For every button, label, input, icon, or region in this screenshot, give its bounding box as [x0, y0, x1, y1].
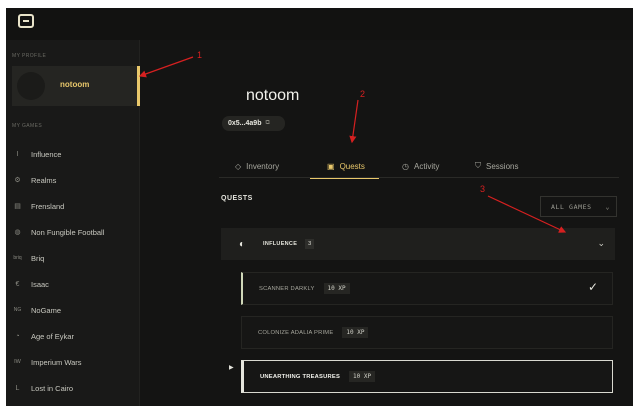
profile-tabs: ◇ Inventory ▣ Quests ◷ Activity ⛉ Sessio…: [219, 154, 619, 179]
tab-label: Inventory: [246, 161, 280, 171]
profile-name: notoom: [60, 80, 90, 89]
sidebar-item-realms[interactable]: ⚙ Realms: [6, 170, 140, 190]
sidebar-item-label: Realms: [31, 175, 57, 185]
sidebar-item-label: Age of Eykar: [31, 331, 74, 341]
quest-name: SCANNER DARKLY: [259, 285, 315, 292]
sidebar-item-briq[interactable]: briq Briq: [6, 248, 140, 268]
main-content: notoom 0x5...4a9b ⧉ ◇ Inventory ▣ Quests…: [141, 40, 633, 406]
influence-icon: ◐: [239, 238, 246, 250]
sidebar-item-label: Lost in Cairo: [31, 383, 74, 393]
shield-icon: ⛉: [475, 161, 481, 170]
top-bar: [6, 8, 633, 40]
lost-in-cairo-icon: L: [15, 384, 20, 392]
tab-activity[interactable]: ◷ Activity: [402, 154, 439, 178]
sidebar-item-isaac[interactable]: € Isaac: [6, 274, 140, 294]
isaac-icon: €: [15, 280, 20, 288]
sidebar-item-imperium-wars[interactable]: IW Imperium Wars: [6, 352, 140, 372]
briq-icon: briq: [13, 255, 22, 261]
sidebar-item-lost-in-cairo[interactable]: L Lost in Cairo: [6, 378, 140, 398]
chevron-down-icon: ⌄: [605, 202, 610, 211]
games-section-label: MY GAMES: [12, 123, 43, 129]
quest-name: UNEARTHING TREASURES: [260, 373, 341, 380]
tab-label: Quests: [339, 161, 365, 171]
check-icon: ✓: [587, 280, 598, 294]
quest-item[interactable]: UNEARTHING TREASURES 10 XP: [241, 360, 613, 393]
influence-icon: I: [16, 150, 19, 158]
profile-card[interactable]: notoom: [12, 66, 140, 106]
chevron-down-icon[interactable]: ⌄: [597, 238, 605, 249]
expand-arrow-icon[interactable]: ▶: [229, 364, 234, 371]
sidebar-item-label: Imperium Wars: [31, 357, 82, 367]
tab-inventory[interactable]: ◇ Inventory: [235, 154, 279, 178]
sidebar-item-label: Influence: [31, 149, 62, 159]
sidebar-item-label: Non Fungible Football: [31, 227, 105, 237]
football-icon: ◍: [14, 229, 21, 236]
quest-name: COLONIZE ADALIA PRIME: [258, 329, 334, 336]
quest-item[interactable]: COLONIZE ADALIA PRIME 10 XP: [241, 316, 613, 349]
frensland-icon: ▤: [14, 203, 21, 210]
sidebar-item-influence[interactable]: I Influence: [6, 144, 140, 164]
games-filter-label: ALL GAMES: [551, 202, 592, 211]
clock-icon: ◷: [402, 161, 409, 171]
eykar-icon: ◔: [15, 332, 20, 340]
sidebar: MY PROFILE notoom MY GAMES I Influence ⚙…: [6, 40, 140, 406]
sidebar-item-label: Briq: [31, 253, 45, 263]
game-group-name: INFLUENCE: [263, 241, 298, 247]
copy-icon[interactable]: ⧉: [265, 120, 269, 127]
sidebar-item-label: Isaac: [31, 279, 49, 289]
page-title: notoom: [246, 87, 300, 104]
xp-badge: 10 XP: [349, 371, 376, 382]
quests-heading: QUESTS: [221, 195, 253, 202]
sidebar-item-age-of-eykar[interactable]: ◔ Age of Eykar: [6, 326, 140, 346]
wallet-address-chip[interactable]: 0x5...4a9b ⧉: [222, 116, 285, 131]
quest-count-badge: 3: [305, 239, 315, 249]
annotation-label: 2: [360, 89, 366, 99]
imperium-wars-icon: IW: [14, 359, 21, 365]
games-filter-select[interactable]: ALL GAMES ⌄: [540, 196, 617, 217]
sidebar-item-label: Frensland: [31, 201, 65, 211]
nogame-icon: NG: [13, 307, 22, 313]
annotation-label: 3: [480, 184, 486, 194]
sidebar-item-non-fungible-football[interactable]: ◍ Non Fungible Football: [6, 222, 140, 242]
sidebar-item-nogame[interactable]: NG NoGame: [6, 300, 140, 320]
tab-label: Activity: [413, 161, 440, 171]
avatar: [17, 72, 45, 100]
xp-badge: 10 XP: [323, 283, 350, 294]
profile-section-label: MY PROFILE: [12, 53, 47, 59]
tab-sessions[interactable]: ⛉ Sessions: [475, 154, 518, 178]
game-group-header[interactable]: ◐ INFLUENCE 3 ⌄: [221, 228, 615, 260]
realms-icon: ⚙: [14, 177, 21, 184]
tab-label: Sessions: [486, 161, 519, 171]
diamond-icon: ◇: [235, 161, 242, 171]
sidebar-item-label: NoGame: [31, 305, 62, 315]
quest-item[interactable]: SCANNER DARKLY 10 XP ✓: [241, 272, 613, 305]
scroll-icon: ▣: [327, 161, 335, 171]
sidebar-item-frensland[interactable]: ▤ Frensland: [6, 196, 140, 216]
app-window: MY PROFILE notoom MY GAMES I Influence ⚙…: [6, 8, 633, 406]
game-console-icon[interactable]: [18, 14, 34, 28]
tab-quests[interactable]: ▣ Quests: [310, 154, 379, 179]
annotation-label: 1: [197, 50, 203, 60]
xp-badge: 10 XP: [342, 327, 369, 338]
wallet-address: 0x5...4a9b: [228, 120, 262, 127]
